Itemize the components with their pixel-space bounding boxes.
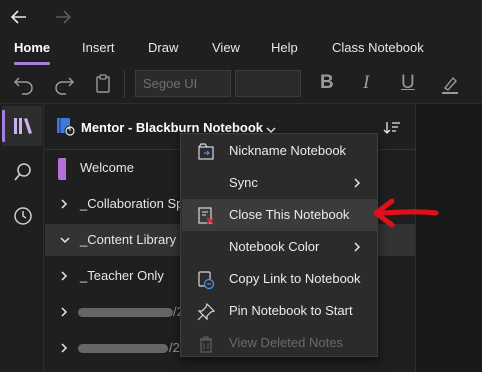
menu-item-label: Close This Notebook bbox=[229, 207, 350, 222]
chevron-right-icon[interactable] bbox=[59, 270, 69, 282]
sort-icon[interactable] bbox=[383, 118, 401, 136]
redacted-label bbox=[78, 344, 168, 353]
font-name-input[interactable]: Segoe UI bbox=[135, 70, 231, 97]
menu-item-sync[interactable]: Sync bbox=[182, 167, 377, 199]
italic-button[interactable]: I bbox=[363, 72, 369, 94]
bold-button[interactable]: B bbox=[320, 72, 334, 94]
section-label: _Content Library bbox=[80, 232, 177, 247]
menu-item-notebook-color[interactable]: Notebook Color bbox=[182, 231, 377, 263]
title-bar bbox=[0, 0, 482, 34]
tab-view[interactable]: View bbox=[212, 40, 240, 55]
menu-item-pin-notebook[interactable]: Pin Notebook to Start bbox=[182, 295, 377, 327]
toolbar-separator bbox=[124, 70, 125, 98]
tab-insert[interactable]: Insert bbox=[82, 40, 115, 55]
redacted-label bbox=[78, 308, 173, 317]
notebooks-icon bbox=[12, 116, 34, 141]
highlighter-icon[interactable] bbox=[436, 70, 464, 98]
left-rail bbox=[0, 104, 44, 372]
clipboard-icon[interactable] bbox=[89, 70, 117, 98]
rail-search[interactable] bbox=[2, 152, 42, 192]
menu-item-label: Nickname Notebook bbox=[229, 143, 347, 158]
chevron-right-icon[interactable] bbox=[59, 198, 69, 210]
section-label: _Collaboration Sp bbox=[80, 196, 184, 211]
section-label: Welcome bbox=[80, 160, 134, 175]
rail-recent[interactable] bbox=[2, 196, 42, 236]
redo-icon[interactable] bbox=[50, 70, 78, 98]
back-arrow-icon[interactable] bbox=[6, 5, 32, 29]
tab-draw[interactable]: Draw bbox=[148, 40, 178, 55]
menu-item-label: Pin Notebook to Start bbox=[229, 303, 353, 318]
tab-help[interactable]: Help bbox=[271, 40, 298, 55]
chevron-down-icon[interactable] bbox=[59, 234, 70, 246]
menu-item-nickname-notebook[interactable]: Nickname Notebook bbox=[182, 135, 377, 167]
close-notebook-icon bbox=[196, 206, 216, 226]
undo-icon[interactable] bbox=[10, 70, 38, 98]
nickname-icon bbox=[196, 142, 216, 162]
menu-item-copy-link[interactable]: Copy Link to Notebook bbox=[182, 263, 377, 295]
menu-item-label: Notebook Color bbox=[229, 239, 320, 254]
section-color-swatch bbox=[58, 158, 66, 180]
tab-class-notebook[interactable]: Class Notebook bbox=[332, 40, 424, 55]
chevron-right-icon[interactable] bbox=[59, 342, 69, 354]
chevron-right-icon[interactable] bbox=[59, 306, 69, 318]
ribbon-tabs: Home Insert Draw View Help Class Noteboo… bbox=[0, 34, 482, 64]
active-tab-indicator bbox=[14, 62, 50, 65]
copy-link-icon bbox=[196, 270, 216, 290]
trash-icon bbox=[196, 334, 216, 354]
forward-arrow-icon[interactable] bbox=[50, 5, 76, 29]
page-area bbox=[415, 104, 482, 372]
underline-button[interactable]: U bbox=[401, 72, 415, 94]
annotation-arrow bbox=[370, 196, 442, 230]
chevron-right-icon bbox=[352, 177, 362, 189]
pin-icon bbox=[196, 302, 216, 322]
search-icon bbox=[12, 161, 34, 188]
section-label: _Teacher Only bbox=[80, 268, 164, 283]
notebook-sync-icon bbox=[55, 116, 77, 138]
menu-item-label: Sync bbox=[229, 175, 258, 190]
chevron-down-icon[interactable] bbox=[265, 122, 277, 134]
recent-clock-icon bbox=[12, 205, 34, 232]
menu-item-label: Copy Link to Notebook bbox=[229, 271, 361, 286]
rail-notebooks[interactable] bbox=[2, 106, 42, 146]
menu-item-label: View Deleted Notes bbox=[229, 335, 343, 350]
notebook-context-menu: Nickname Notebook Sync Close This Notebo… bbox=[180, 133, 378, 357]
menu-item-view-deleted-notes: View Deleted Notes bbox=[182, 327, 377, 359]
section-label-tail: /2 bbox=[169, 340, 180, 355]
chevron-right-icon bbox=[352, 241, 362, 253]
rail-active-indicator bbox=[2, 110, 5, 142]
tab-home[interactable]: Home bbox=[14, 40, 50, 55]
menu-item-close-this-notebook[interactable]: Close This Notebook bbox=[182, 199, 377, 231]
font-size-input[interactable] bbox=[235, 70, 301, 97]
